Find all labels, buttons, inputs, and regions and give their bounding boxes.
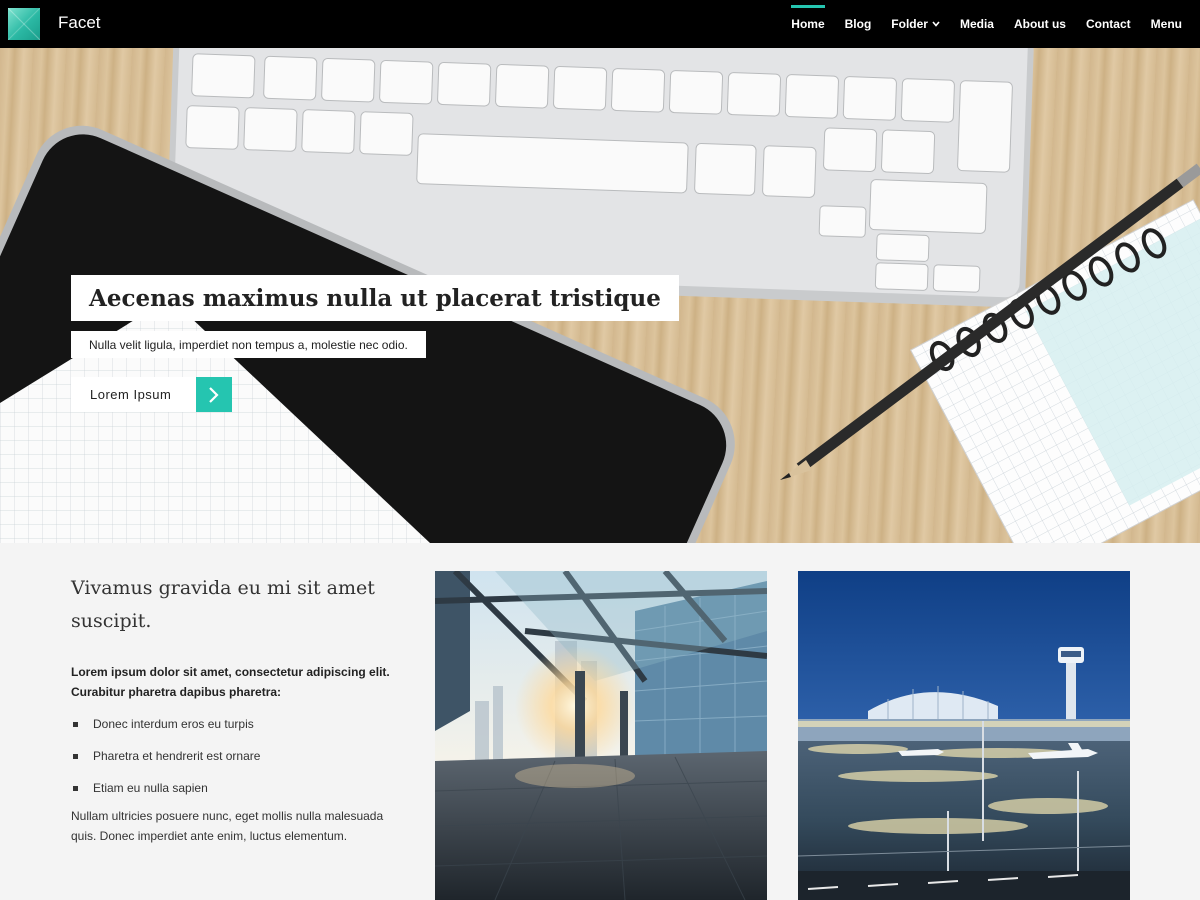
chevron-right-icon <box>196 377 232 412</box>
site-title[interactable]: Facet <box>58 13 101 33</box>
main-nav: Home Blog Folder Media About us Contact … <box>781 0 1192 48</box>
list-item: Etiam eu nulla sapien <box>71 772 391 804</box>
top-navigation-bar: Facet Home Blog Folder Media About us Co… <box>0 0 1200 48</box>
nav-item-label: Blog <box>844 17 872 31</box>
nav-item-menu[interactable]: Menu <box>1141 0 1192 48</box>
nav-item-label: Menu <box>1150 17 1182 31</box>
intro-paragraph: Lorem ipsum dolor sit amet, consectetur … <box>71 665 390 699</box>
nav-item-folder[interactable]: Folder <box>881 0 950 48</box>
nav-item-label: Folder <box>891 17 928 31</box>
text-column: Vivamus gravida eu mi sit amet suscipit.… <box>71 572 391 846</box>
nav-item-contact[interactable]: Contact <box>1076 0 1141 48</box>
hero-cta-label: Lorem Ipsum <box>71 377 196 412</box>
chevron-down-icon <box>932 19 940 29</box>
nav-item-label: Media <box>959 17 994 31</box>
outro-paragraph: Nullam ultricies posuere nunc, eget moll… <box>71 809 384 843</box>
hero-subtitle: Nulla velit ligula, imperdiet non tempus… <box>89 337 408 352</box>
nav-item-label: Home <box>791 17 825 31</box>
content-section: Vivamus gravida eu mi sit amet suscipit.… <box>0 543 1200 900</box>
airport-image <box>798 571 1130 900</box>
hero-subtitle-box: Nulla velit ligula, imperdiet non tempus… <box>71 331 426 358</box>
nav-item-home[interactable]: Home <box>781 0 834 48</box>
section-heading: Vivamus gravida eu mi sit amet suscipit. <box>71 577 375 632</box>
hero-title: Aecenas maximus nulla ut placerat tristi… <box>89 284 661 312</box>
site-logo[interactable] <box>8 8 40 40</box>
nav-item-about-us[interactable]: About us <box>1004 0 1076 48</box>
list-item: Donec interdum eros eu turpis <box>71 708 391 740</box>
list-item: Pharetra et hendrerit est ornare <box>71 740 391 772</box>
nav-item-label: Contact <box>1085 17 1131 31</box>
bullet-list: Donec interdum eros eu turpis Pharetra e… <box>71 708 391 804</box>
glass-building-image <box>435 571 767 900</box>
hero-banner: Aecenas maximus nulla ut placerat tristi… <box>0 48 1200 543</box>
hero-title-box: Aecenas maximus nulla ut placerat tristi… <box>71 275 679 321</box>
hero-cta-button[interactable]: Lorem Ipsum <box>71 377 232 412</box>
nav-item-blog[interactable]: Blog <box>835 0 882 48</box>
nav-item-label: About us <box>1013 17 1066 31</box>
nav-item-media[interactable]: Media <box>950 0 1004 48</box>
